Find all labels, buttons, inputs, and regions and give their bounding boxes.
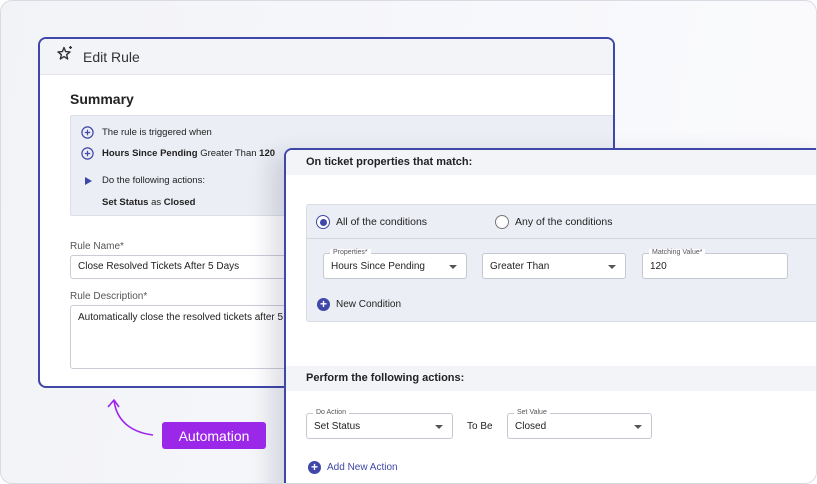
rule-description-label: Rule Description* [70,291,148,302]
rule-name-label: Rule Name* [70,241,124,252]
radio-all-label: All of the conditions [336,216,428,228]
summary-action-mid: as [151,197,162,208]
properties-select[interactable]: Properties* Hours Since Pending [323,249,467,279]
add-new-action-button[interactable]: + Add New Action [308,461,398,474]
new-condition-button[interactable]: + New Condition [317,298,401,311]
radio-any-conditions[interactable]: Any of the conditions [495,215,612,229]
plus-circle-icon [81,126,94,139]
summary-actions-line: Do the following actions: [81,174,205,187]
star-sparkle-icon [56,45,83,68]
plus-circle-icon [81,147,94,160]
rule-name-input[interactable]: Close Resolved Tickets After 5 Days [70,255,300,279]
radio-any-label: Any of the conditions [515,216,613,228]
summary-condition-operator: Greater Than [200,148,257,159]
summary-condition-field: Hours Since Pending [102,148,198,159]
screenshot-frame: Edit Rule Summary The rule is triggered … [0,0,817,484]
dropdown-arrow-icon [449,265,457,269]
conditions-divider [307,238,816,239]
edit-rule-title: Edit Rule [83,48,140,65]
play-triangle-icon [81,174,94,187]
conditions-heading: On ticket properties that match: [286,150,816,175]
radio-selected-icon [316,215,330,229]
radio-all-conditions[interactable]: All of the conditions [316,215,427,229]
summary-condition-value: 120 [259,148,276,159]
summary-actions-text: Do the following actions: [102,175,205,186]
to-be-label: To Be [467,421,493,432]
set-value-select[interactable]: Set Value Closed [507,409,652,439]
do-action-value: Set Status [314,420,361,432]
actions-heading: Perform the following actions: [286,366,816,391]
rule-description-textarea[interactable]: Automatically close the resolved tickets… [70,305,300,369]
properties-value: Hours Since Pending [331,260,425,272]
dropdown-arrow-icon [634,425,642,429]
new-condition-label: New Condition [336,299,402,310]
dropdown-arrow-icon [435,425,443,429]
summary-trigger-line: The rule is triggered when [81,126,212,139]
summary-action-value: Closed [163,197,196,208]
add-new-action-label: Add New Action [327,462,398,473]
operator-select[interactable]: Greater Than [482,253,626,279]
set-value-value: Closed [515,420,547,432]
do-action-select[interactable]: Do Action Set Status [306,409,453,439]
radio-unselected-icon [495,215,509,229]
summary-trigger-text: The rule is triggered when [102,127,212,138]
matching-value: 120 [650,260,667,272]
summary-title: Summary [70,91,134,107]
do-action-legend: Do Action [313,409,349,417]
summary-condition-line: Hours Since Pending Greater Than 120 [81,147,275,160]
set-value-legend: Set Value [514,409,550,417]
summary-action-detail: Set Status as Closed [102,197,195,208]
conditions-box: All of the conditions Any of the conditi… [306,204,816,322]
dropdown-arrow-icon [608,265,616,269]
edit-rule-header: Edit Rule [40,39,613,75]
summary-action-field: Set Status [102,197,149,208]
conditions-card: On ticket properties that match: All of … [284,148,816,483]
add-circle-icon: + [317,298,330,311]
curved-arrow-icon [107,399,154,436]
automation-badge: Automation [162,422,266,449]
add-circle-icon: + [308,461,321,474]
matching-value-legend: Matching Value* [649,249,706,257]
operator-value: Greater Than [490,260,550,272]
matching-value-input[interactable]: Matching Value* 120 [642,249,788,279]
properties-legend: Properties* [330,249,371,257]
